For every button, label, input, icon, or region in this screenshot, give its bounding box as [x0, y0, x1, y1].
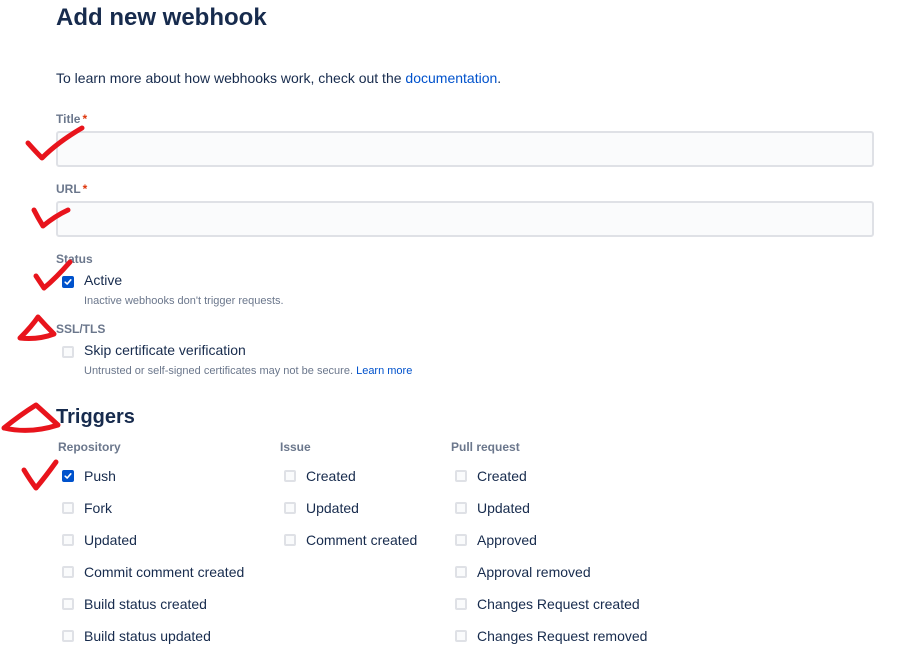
annotation-check-mark	[33, 259, 73, 291]
annotation-overlay	[1, 125, 85, 491]
annotation-triangle-mark	[17, 314, 57, 341]
annotation-triangle-mark	[1, 402, 61, 433]
annotation-check-mark	[25, 125, 85, 161]
annotation-check-mark	[31, 207, 71, 229]
annotation-check-mark	[21, 459, 59, 491]
